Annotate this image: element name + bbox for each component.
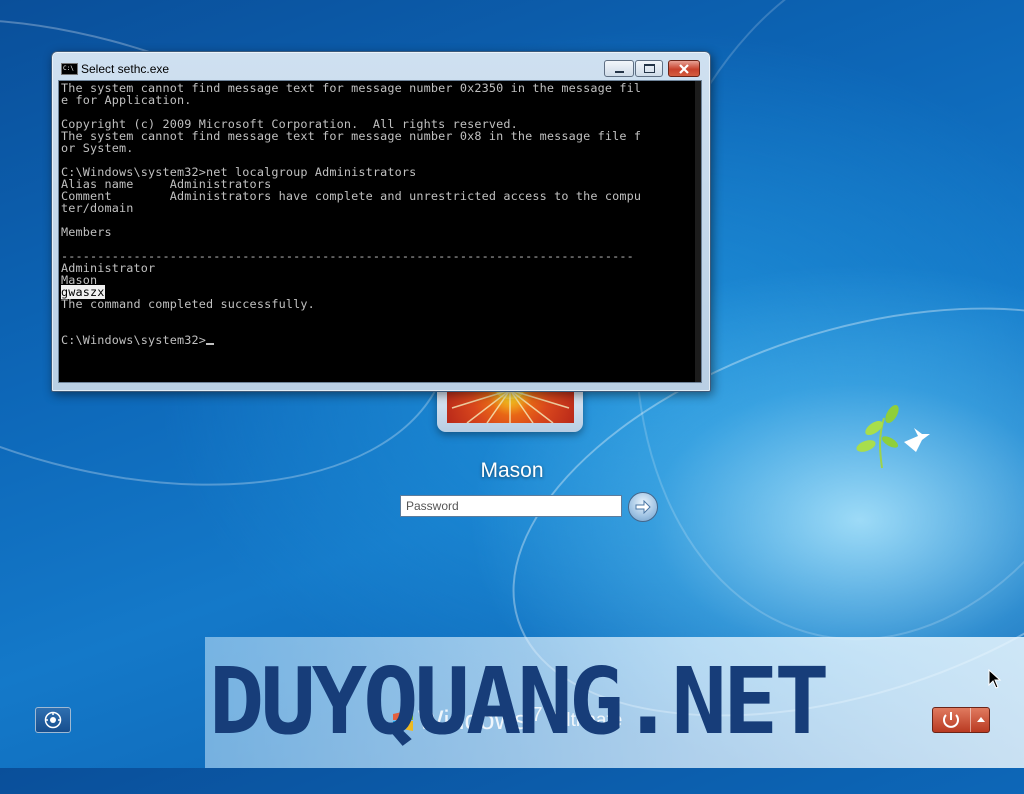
ease-of-access-button[interactable] [35, 707, 71, 733]
console-line: The command completed successfully. [61, 297, 315, 311]
minimize-icon [614, 70, 624, 73]
user-avatar [447, 388, 574, 423]
console-line: Administrator [61, 261, 156, 275]
maximize-button[interactable] [635, 60, 663, 77]
console-line: or System. [61, 141, 134, 155]
password-field[interactable] [400, 495, 622, 517]
maximize-icon [643, 64, 655, 73]
submit-arrow-button[interactable] [628, 492, 658, 522]
ease-of-access-icon [44, 711, 62, 729]
arrow-right-icon [635, 500, 651, 514]
minimize-button[interactable] [604, 60, 634, 77]
console-app-icon[interactable]: C:\ [61, 63, 78, 75]
window-title: Select sethc.exe [81, 62, 170, 76]
text-cursor [206, 343, 215, 345]
console-line: The system cannot find message text for … [61, 129, 642, 143]
console-line: Mason [61, 273, 98, 287]
console-line: C:\Windows\system32> [61, 334, 641, 346]
shutdown-button[interactable] [932, 707, 990, 733]
console-line: ter/domain [61, 201, 134, 215]
console-window[interactable]: C:\ Select sethc.exe The system cannot f… [51, 51, 711, 392]
console-text: The system cannot find message text for … [61, 82, 641, 346]
console-line: Comment Administrators have complete and… [61, 189, 642, 203]
console-scrollbar[interactable] [695, 81, 701, 382]
console-output[interactable]: The system cannot find message text for … [58, 80, 702, 383]
leaf-bird-decoration [856, 404, 930, 469]
user-name-label: Mason [480, 459, 544, 482]
close-icon [679, 63, 689, 74]
triangle-up-icon[interactable] [971, 708, 991, 732]
close-button[interactable] [668, 60, 700, 77]
watermark-text: DUYQUANG.NET [209, 648, 830, 755]
mouse-pointer-icon [988, 669, 1002, 689]
console-line: Members [61, 225, 112, 239]
console-line: e for Application. [61, 93, 192, 107]
title-bar[interactable]: C:\ Select sethc.exe [52, 52, 710, 82]
power-icon [943, 712, 959, 728]
